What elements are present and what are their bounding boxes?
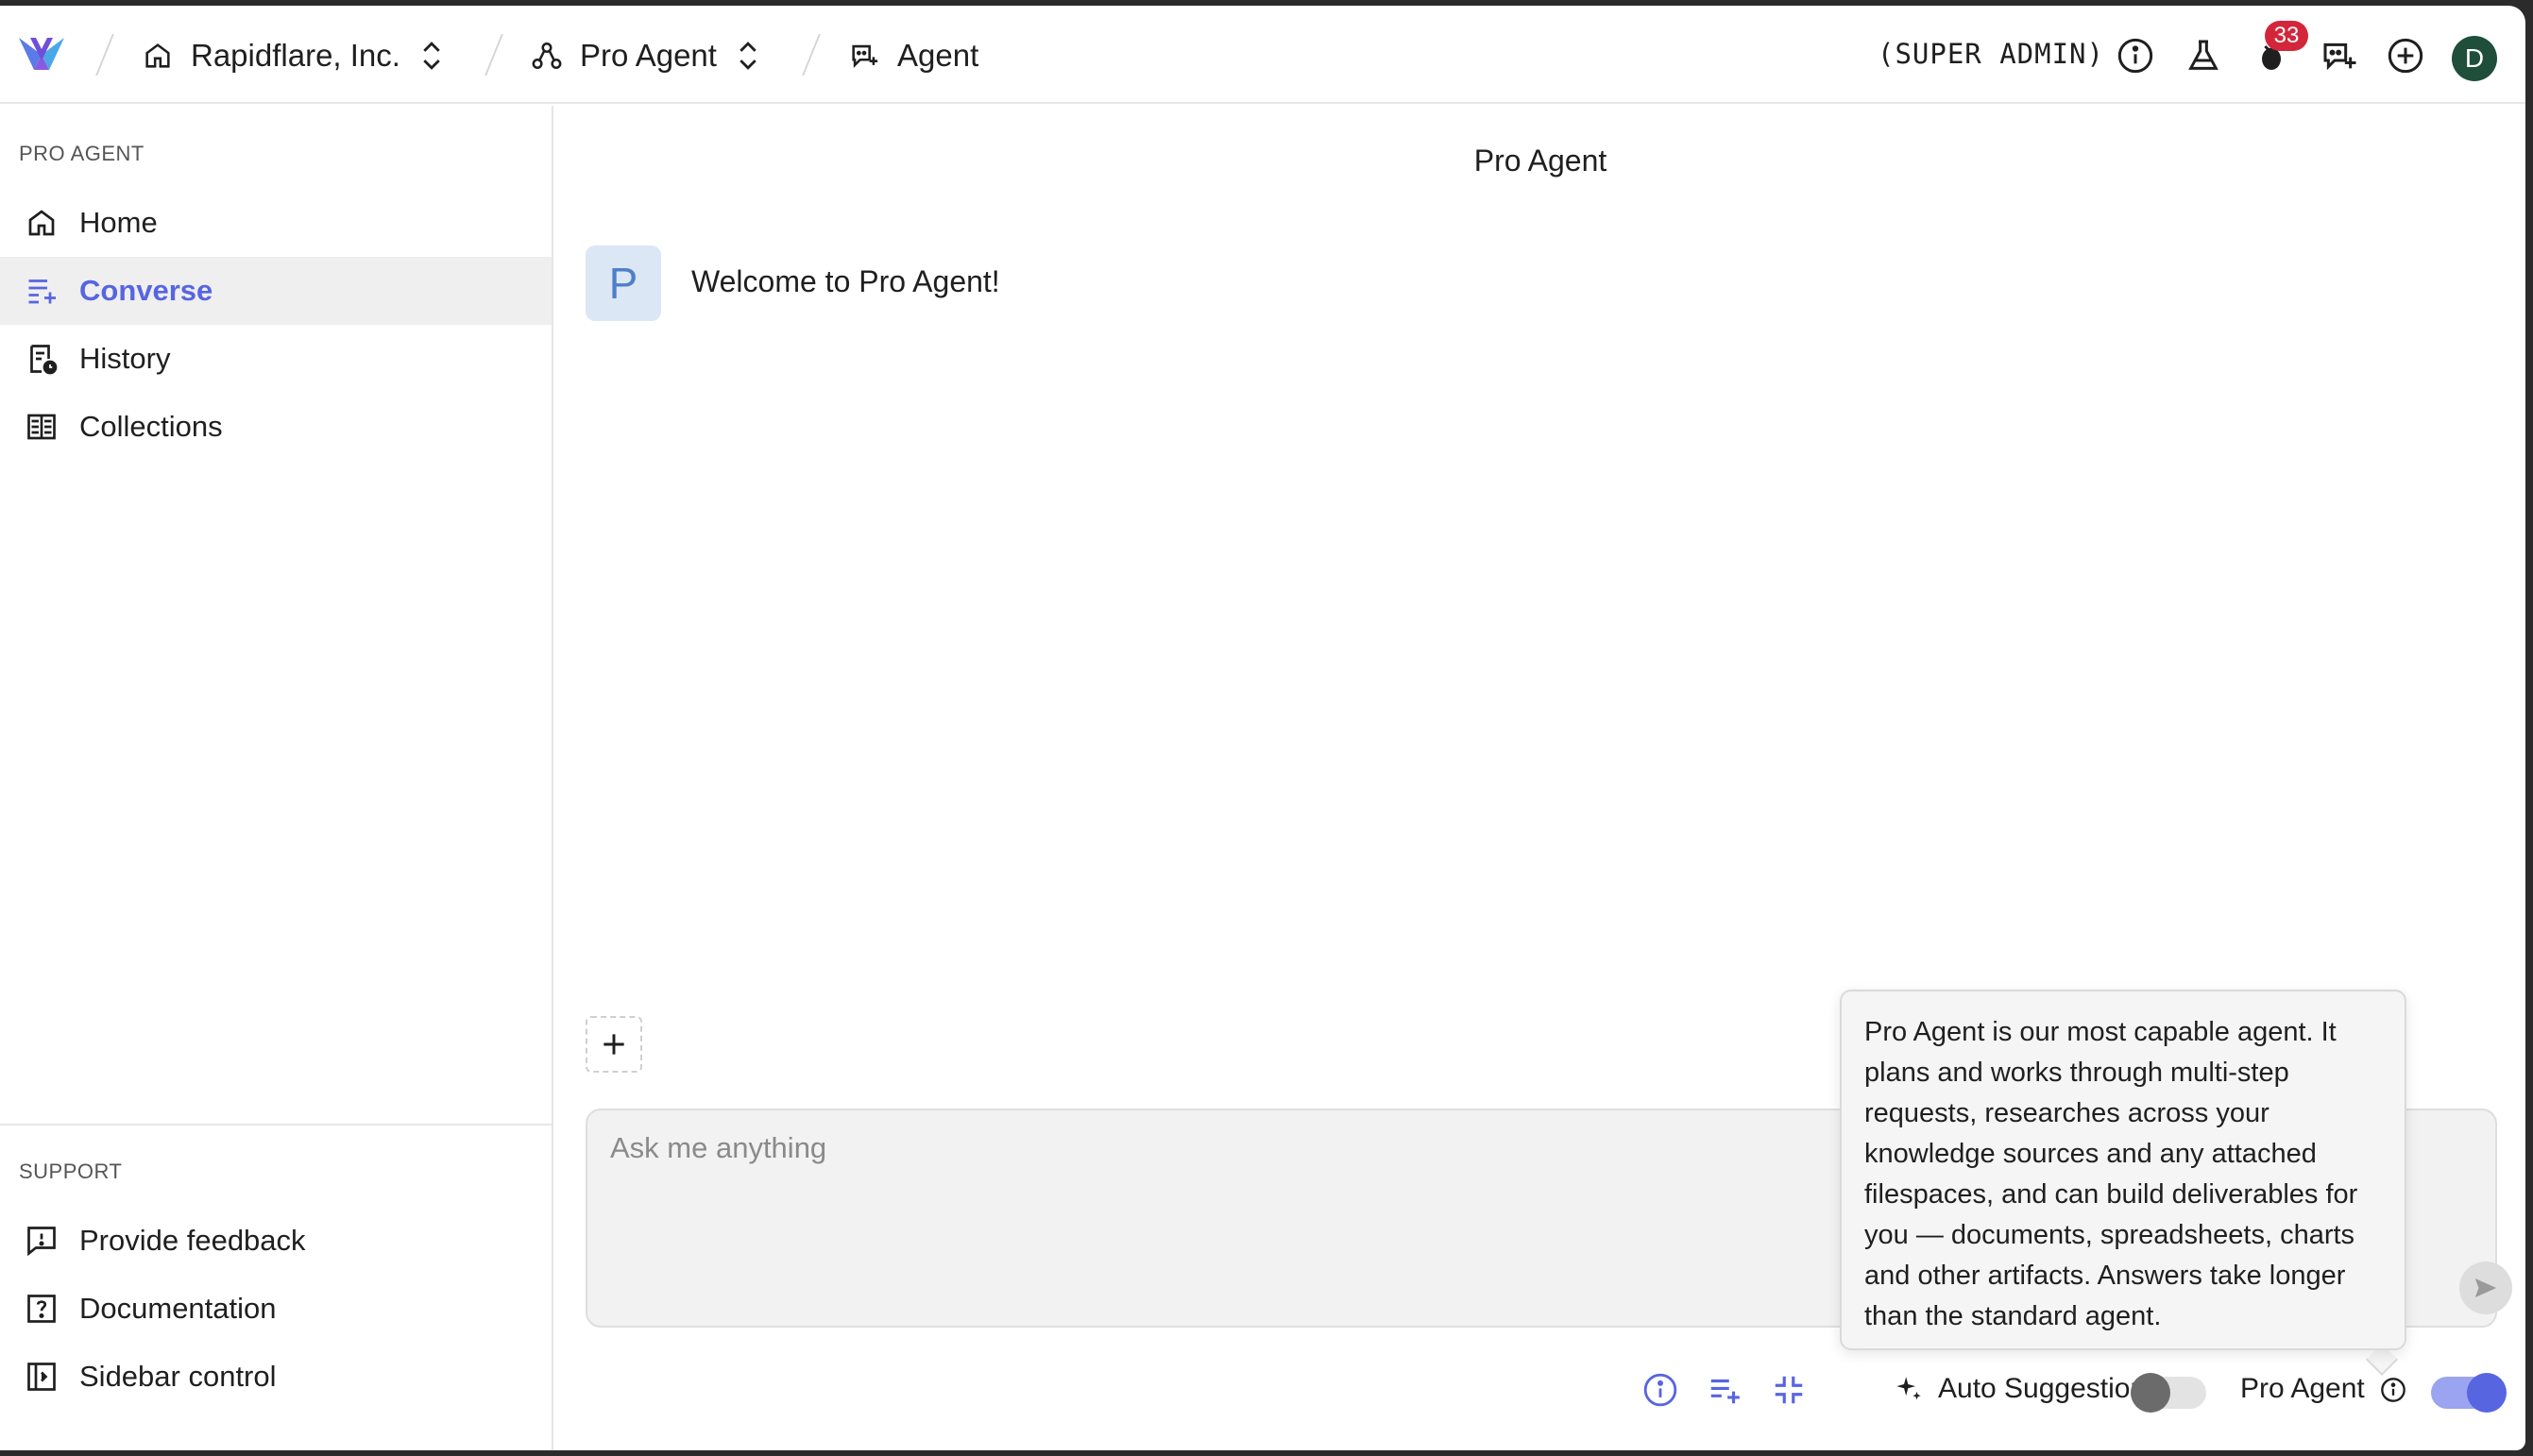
sidebar-item-documentation[interactable]: Documentation — [0, 1275, 552, 1343]
sidebar-item-label: History — [79, 342, 171, 375]
sidebar-item-label: Collections — [79, 410, 223, 443]
breadcrumb-separator — [484, 34, 503, 76]
feedback-icon — [23, 1222, 60, 1260]
info-icon[interactable] — [1640, 1369, 1681, 1411]
converse-icon — [23, 272, 60, 310]
history-icon — [23, 340, 60, 378]
app-logo[interactable] — [17, 32, 66, 76]
breadcrumb-separator — [95, 34, 114, 76]
flask-icon[interactable] — [2184, 36, 2223, 76]
main-panel: Pro Agent P Welcome to Pro Agent! Auto S… — [555, 106, 2525, 1450]
auto-suggestions-label: Auto Suggestions — [1938, 1373, 2161, 1404]
agent-nodes-icon — [531, 40, 563, 72]
sidebar: PRO AGENT Home Converse History Collecti… — [0, 106, 553, 1450]
sidebar-control-icon — [23, 1358, 60, 1396]
breadcrumb-separator — [802, 34, 821, 76]
welcome-message: Welcome to Pro Agent! — [691, 264, 1000, 298]
sidebar-item-sidebar-control[interactable]: Sidebar control — [0, 1343, 552, 1411]
sidebar-item-label: Provide feedback — [79, 1224, 306, 1257]
sidebar-item-history[interactable]: History — [0, 325, 552, 393]
role-label: (SUPER ADMIN) — [1878, 38, 2104, 70]
breadcrumb-page[interactable]: Agent — [848, 32, 978, 79]
auto-suggestions-toggle[interactable] — [2131, 1373, 2206, 1413]
documentation-icon — [23, 1290, 60, 1328]
sidebar-section-title: PRO AGENT — [19, 142, 144, 165]
sidebar-item-converse[interactable]: Converse — [0, 257, 552, 325]
home-icon — [23, 204, 60, 242]
pro-agent-info-icon[interactable] — [2374, 1371, 2412, 1409]
pro-agent-toggle[interactable] — [2431, 1373, 2507, 1413]
app-window: Rapidflare, Inc. Pro Agent Agent (SUPER … — [0, 6, 2525, 1450]
info-icon[interactable] — [2116, 36, 2155, 76]
collections-icon — [23, 408, 60, 446]
sidebar-item-collections[interactable]: Collections — [0, 393, 552, 461]
auto-suggestions-toggle-label: Auto Suggestions — [1893, 1373, 2160, 1405]
agent-chat-icon — [848, 40, 880, 72]
notification-badge: 33 — [2265, 21, 2308, 51]
sidebar-item-label: Home — [79, 206, 158, 239]
pro-agent-label: Pro Agent — [2240, 1373, 2365, 1404]
sidebar-item-label: Sidebar control — [79, 1360, 277, 1393]
attach-button[interactable] — [586, 1016, 642, 1073]
sidebar-item-label: Converse — [79, 274, 213, 307]
home-icon — [142, 40, 174, 72]
sidebar-support-title: SUPPORT — [19, 1160, 123, 1183]
project-name: Pro Agent — [580, 38, 717, 73]
breadcrumb-org[interactable]: Rapidflare, Inc. — [142, 32, 444, 79]
sidebar-item-label: Documentation — [79, 1292, 277, 1325]
org-name: Rapidflare, Inc. — [191, 38, 400, 73]
assistant-avatar: P — [586, 245, 661, 321]
toggle-knob — [2467, 1373, 2507, 1413]
top-bar: Rapidflare, Inc. Pro Agent Agent (SUPER … — [0, 6, 2525, 104]
pro-agent-tooltip: Pro Agent is our most capable agent. It … — [1840, 990, 2406, 1350]
toggle-knob — [2131, 1373, 2170, 1413]
page-name: Agent — [897, 38, 979, 73]
send-button[interactable] — [2459, 1261, 2512, 1314]
sidebar-item-home[interactable]: Home — [0, 189, 552, 257]
user-avatar[interactable]: D — [2452, 36, 2497, 81]
collapse-icon[interactable] — [1768, 1369, 1810, 1411]
sidebar-divider — [0, 1124, 552, 1126]
sparkle-icon — [1896, 1377, 1921, 1400]
add-to-queue-icon[interactable] — [1704, 1369, 1745, 1411]
breadcrumb-project[interactable]: Pro Agent — [531, 32, 760, 79]
message-input[interactable] — [610, 1131, 1743, 1188]
add-circle-icon[interactable] — [2386, 36, 2425, 76]
page-title: Pro Agent — [1473, 144, 1607, 178]
send-icon — [2474, 1278, 2497, 1297]
agent-chat-icon[interactable] — [2320, 36, 2359, 76]
chevron-updown-icon[interactable] — [419, 39, 444, 73]
chevron-updown-icon[interactable] — [736, 39, 760, 73]
sidebar-item-provide-feedback[interactable]: Provide feedback — [0, 1207, 552, 1275]
plus-icon — [604, 1034, 624, 1055]
